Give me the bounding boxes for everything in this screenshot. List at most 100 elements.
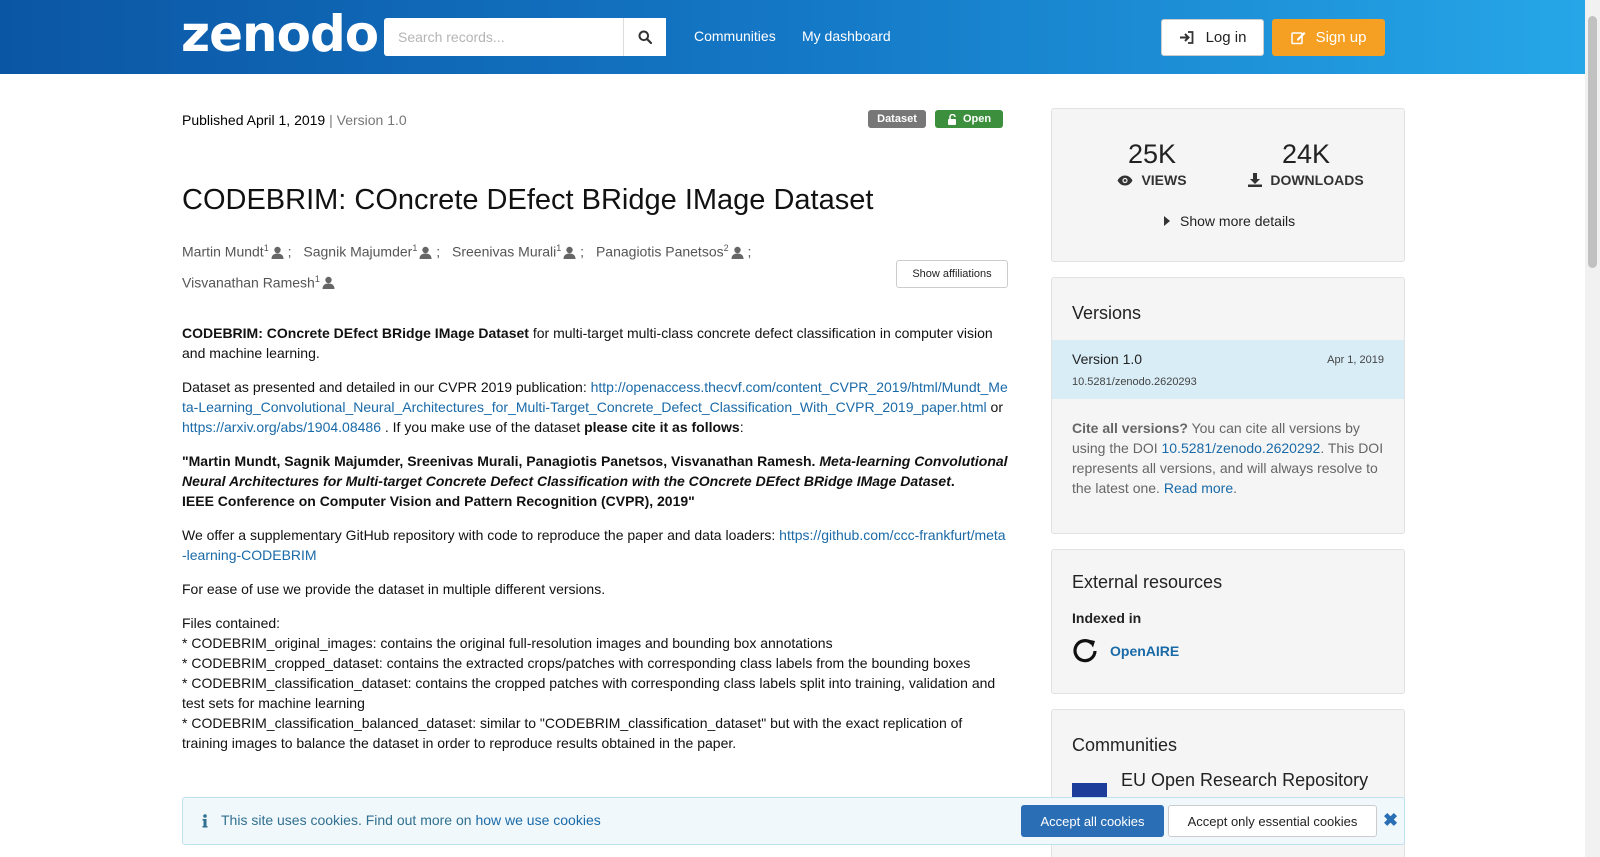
views-stat: 25K VIEWS (1072, 139, 1232, 188)
files-list: Files contained: * CODEBRIM_original_ima… (182, 613, 1008, 753)
file-item: * CODEBRIM_cropped_dataset: contains the… (182, 655, 971, 671)
author[interactable]: Visvanathan Ramesh1 (182, 266, 335, 297)
views-count: 25K (1127, 139, 1177, 169)
publication-info: Published April 1, 2019 | Version 1.0 (182, 112, 407, 128)
cookie-text: This site uses cookies. Find out more on (221, 812, 476, 828)
accept-all-cookies-button[interactable]: Accept all cookies (1021, 805, 1164, 837)
arxiv-link[interactable]: https://arxiv.org/abs/1904.08486 (182, 419, 381, 435)
author-name: Martin Mundt (182, 243, 264, 260)
views-label: VIEWS (1141, 172, 1187, 188)
affiliation-index: 1 (263, 243, 269, 253)
login-button[interactable]: Log in (1161, 19, 1264, 56)
external-resources-panel: External resources Indexed in OpenAIRE (1051, 549, 1405, 694)
cookie-message: This site uses cookies. Find out more on… (221, 812, 601, 828)
downloads-label: DOWNLOADS (1270, 172, 1364, 188)
show-more-details[interactable]: Show more details (1164, 213, 1295, 229)
search-button[interactable] (623, 18, 665, 56)
sign-in-icon (1179, 31, 1193, 44)
file-item: * CODEBRIM_original_images: contains the… (182, 635, 833, 651)
version-doi: 10.5281/zenodo.2620293 (1072, 376, 1197, 388)
affiliation-index: 2 (723, 243, 729, 253)
versions-title: Versions (1072, 303, 1142, 323)
versions-panel: Versions Version 1.0 Apr 1, 2019 10.5281… (1051, 277, 1405, 534)
page-scrollbar[interactable] (1585, 0, 1600, 857)
zenodo-logo[interactable]: zenodo (181, 6, 379, 62)
author-list: Martin Mundt1 ; Sagnik Majumder1 ; Sreen… (182, 235, 802, 296)
caret-right-icon (1164, 216, 1170, 226)
author[interactable]: Panagiotis Panetsos2 ; (596, 235, 751, 266)
access-badge[interactable]: Open (935, 110, 1003, 128)
version-date: Apr 1, 2019 (1327, 354, 1384, 366)
files-heading: Files contained: (182, 615, 281, 631)
edit-icon (1290, 32, 1306, 45)
description-text: . If you make use of the dataset (380, 419, 585, 435)
communities-title: Communities (1072, 735, 1178, 755)
login-label: Log in (1205, 29, 1247, 46)
openaire-label: OpenAIRE (1110, 643, 1180, 659)
nav-my-dashboard[interactable]: My dashboard (802, 28, 891, 44)
unlock-icon (947, 113, 956, 125)
citation-text: . (950, 473, 955, 489)
author[interactable]: Sagnik Majumder1 ; (303, 235, 440, 266)
downloads-stat: 24K DOWNLOADS (1226, 139, 1386, 188)
description-paragraph: Dataset as presented and detailed in our… (182, 377, 1008, 437)
cite-all-versions: Cite all versions? You can cite all vers… (1072, 418, 1388, 498)
description-paragraph: For ease of use we provide the dataset i… (182, 581, 606, 597)
record-title: CODEBRIM: COncrete DEfect BRidge IMage D… (182, 184, 874, 216)
author-name: Sreenivas Murali (452, 243, 557, 260)
cookie-policy-link[interactable]: how we use cookies (475, 812, 600, 828)
signup-label: Sign up (1315, 29, 1367, 46)
citation-authors: "Martin Mundt, Sagnik Majumder, Sreeniva… (182, 453, 820, 469)
cookie-banner: This site uses cookies. Find out more on… (182, 797, 1405, 845)
external-title: External resources (1072, 572, 1223, 592)
top-navbar: zenodo Communities My dashboard Log in S… (0, 0, 1600, 74)
download-icon (1248, 173, 1263, 187)
affiliation-index: 1 (314, 273, 320, 284)
stats-panel: 25K VIEWS 24K DOWNLOADS Show more detail… (1051, 108, 1405, 262)
resource-type-label: Dataset (877, 113, 917, 125)
author-name: Visvanathan Ramesh (182, 274, 315, 291)
citation-venue: IEEE Conference on Computer Vision and P… (182, 493, 695, 509)
read-more-link[interactable]: Read more (1164, 480, 1233, 496)
signup-button[interactable]: Sign up (1272, 19, 1385, 56)
version-name: Version 1.0 (1072, 351, 1143, 367)
description-text: or (986, 399, 1004, 415)
downloads-count: 24K (1281, 139, 1331, 169)
dataset-name: CODEBRIM: COncrete DEfect BRidge IMage D… (182, 325, 529, 341)
info-icon (202, 814, 208, 828)
cite-text: . (1233, 480, 1237, 496)
description-paragraph: We offer a supplementary GitHub reposito… (182, 525, 1008, 565)
close-icon[interactable]: ✖ (1383, 810, 1398, 831)
published-date: Published April 1, 2019 (182, 112, 326, 128)
description-text: We offer a supplementary GitHub reposito… (182, 527, 780, 543)
community-name[interactable]: EU Open Research Repository (1121, 770, 1368, 791)
author-name: Sagnik Majumder (303, 243, 413, 260)
description-text: Dataset as presented and detailed in our… (182, 379, 591, 395)
show-affiliations-button[interactable]: Show affiliations (896, 260, 1008, 288)
version-label: | Version 1.0 (329, 112, 407, 128)
version-item[interactable]: Version 1.0 Apr 1, 2019 10.5281/zenodo.2… (1052, 340, 1404, 399)
user-icon (563, 246, 576, 259)
access-label: Open (962, 113, 992, 125)
views-label-row: VIEWS (1072, 172, 1232, 188)
nav-communities[interactable]: Communities (694, 28, 776, 44)
resource-type-badge[interactable]: Dataset (868, 110, 926, 128)
user-icon (419, 246, 432, 259)
file-item: * CODEBRIM_classification_balanced_datas… (182, 715, 963, 751)
accept-essential-cookies-button[interactable]: Accept only essential cookies (1168, 805, 1377, 837)
affiliation-index: 1 (412, 243, 418, 253)
downloads-label-row: DOWNLOADS (1226, 172, 1386, 188)
record-description: CODEBRIM: COncrete DEfect BRidge IMage D… (182, 323, 1008, 753)
author[interactable]: Martin Mundt1 ; (182, 235, 292, 266)
author[interactable]: Sreenivas Murali1 ; (452, 235, 584, 266)
description-paragraph: CODEBRIM: COncrete DEfect BRidge IMage D… (182, 323, 1008, 363)
user-icon (271, 246, 284, 259)
openaire-link[interactable]: OpenAIRE (1072, 638, 1179, 664)
file-item: * CODEBRIM_classification_dataset: conta… (182, 675, 996, 711)
scrollbar-thumb[interactable] (1588, 16, 1597, 268)
cite-instruction: please cite it as follows (584, 419, 740, 435)
eye-icon (1117, 175, 1133, 185)
concept-doi-link[interactable]: 10.5281/zenodo.2620292 (1162, 440, 1321, 456)
user-icon (731, 246, 744, 259)
more-details-label: Show more details (1180, 213, 1296, 229)
